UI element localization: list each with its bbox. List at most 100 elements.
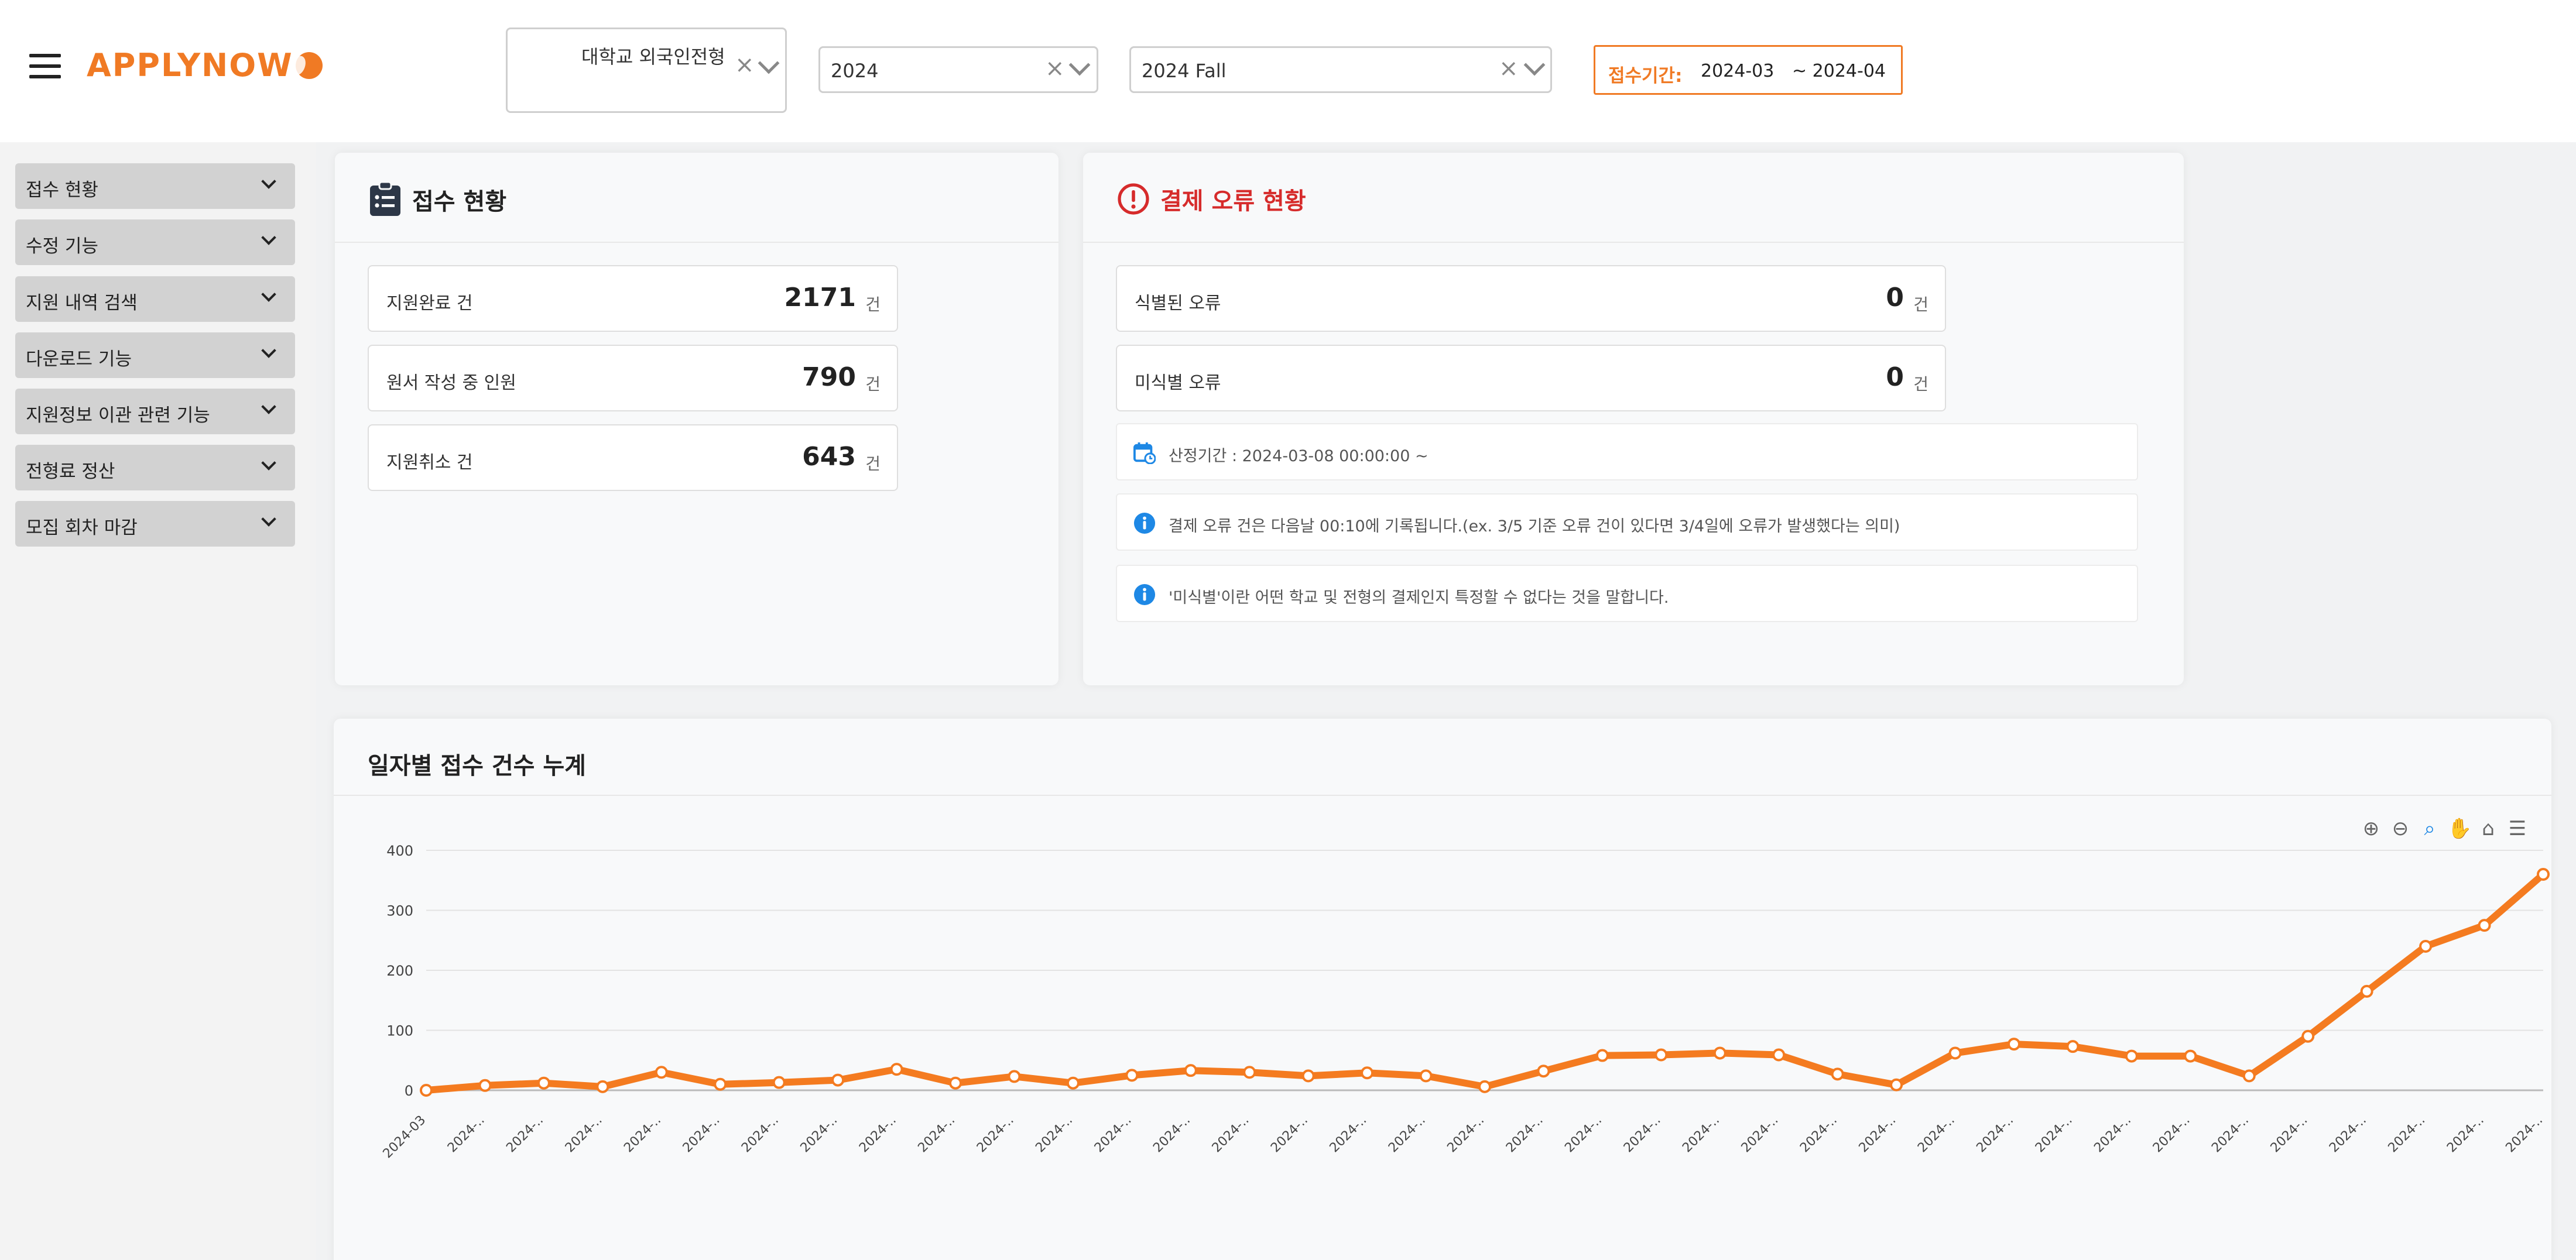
main-content: 접수 현황 지원완료 건 2171 건 원서 작성 중 인원 790 건 지원취… — [316, 142, 2576, 1260]
data-point[interactable] — [1243, 1066, 1256, 1079]
chevron-down-icon[interactable] — [758, 52, 780, 74]
payment-card-title: 결제 오류 현황 — [1117, 182, 1306, 216]
data-point[interactable] — [1301, 1069, 1315, 1083]
data-point[interactable] — [1713, 1046, 1727, 1060]
logo[interactable]: APPLYNOW — [87, 47, 323, 84]
x-tick-label: 2024-.. — [2444, 1113, 2487, 1156]
clear-icon[interactable]: × — [1045, 55, 1065, 82]
info-icon — [1133, 512, 1156, 534]
data-point[interactable] — [478, 1079, 492, 1092]
y-tick-label: 400 — [386, 843, 413, 859]
stat-value: 643 — [802, 442, 856, 472]
sidebar-item-round-close[interactable]: 모집 회차 마감 — [15, 501, 295, 547]
sidebar-item-download[interactable]: 다운로드 기능 — [15, 332, 295, 378]
chevron-down-icon — [261, 174, 276, 189]
admission-type-value: 대학교 외국인전형 — [581, 46, 725, 68]
data-point[interactable] — [1066, 1076, 1080, 1090]
admission-type-select[interactable]: 대학교 외국인전형 × — [506, 28, 787, 113]
data-point[interactable] — [2301, 1029, 2315, 1043]
x-tick-label: 2024-.. — [974, 1113, 1017, 1156]
stat-value: 2171 — [784, 283, 856, 313]
data-point[interactable] — [2478, 919, 2491, 932]
x-tick-label: 2024-.. — [621, 1113, 664, 1156]
reception-status-card: 접수 현황 지원완료 건 2171 건 원서 작성 중 인원 790 건 지원취… — [335, 153, 1059, 685]
chart-title: 일자별 접수 건수 누계 — [368, 753, 586, 780]
data-point[interactable] — [714, 1077, 727, 1091]
data-point[interactable] — [772, 1076, 786, 1089]
data-point[interactable] — [1008, 1070, 1021, 1083]
stat-value: 0 — [1886, 362, 1904, 392]
data-point[interactable] — [1948, 1046, 1962, 1060]
alert-circle-icon — [1118, 183, 1149, 215]
x-tick-label: 2024-.. — [1150, 1113, 1193, 1156]
data-point[interactable] — [2066, 1040, 2080, 1053]
application-period-box: 접수기간: 2024-03 ~ 2024-04 — [1594, 45, 1903, 95]
x-tick-label: 2024-.. — [1386, 1113, 1429, 1156]
info-unidentified-definition: '미식별'이란 어떤 학교 및 전형의 결제인지 특정할 수 없다는 것을 말합… — [1116, 565, 2138, 622]
x-tick-label: 2024-.. — [503, 1113, 546, 1156]
term-select[interactable]: 2024 Fall × — [1129, 46, 1552, 93]
x-tick-label: 2024-.. — [1562, 1113, 1605, 1156]
sidebar: 접수 현황 수정 기능 지원 내역 검색 다운로드 기능 지원정보 이관 관련 … — [0, 142, 316, 1260]
info-error-record-time: 결제 오류 건은 다음날 00:10에 기록됩니다.(ex. 3/5 기준 오류… — [1116, 493, 2138, 551]
data-point[interactable] — [890, 1063, 903, 1076]
sidebar-item-edit[interactable]: 수정 기능 — [15, 219, 295, 265]
data-point[interactable] — [1125, 1069, 1139, 1082]
line-chart[interactable]: 0 100 200 300 400 2024-03 2024-.. 2024-.. 2024-.… — [334, 830, 2551, 1260]
calendar-icon — [1133, 442, 1156, 464]
chevron-down-icon[interactable] — [1523, 54, 1546, 76]
chevron-down-icon — [261, 511, 276, 527]
stat-unidentified-errors: 미식별 오류 0 건 — [1116, 345, 1946, 411]
x-tick-label: 2024-.. — [1503, 1113, 1546, 1156]
data-point[interactable] — [2360, 984, 2373, 998]
data-point[interactable] — [2242, 1069, 2256, 1083]
sidebar-item-transfer[interactable]: 지원정보 이관 관련 기능 — [15, 389, 295, 434]
data-point[interactable] — [2537, 868, 2550, 881]
data-point[interactable] — [1890, 1078, 1903, 1091]
data-point[interactable] — [831, 1073, 845, 1087]
data-point[interactable] — [1478, 1080, 1491, 1093]
hamburger-menu-icon[interactable] — [29, 54, 61, 78]
sidebar-item-search[interactable]: 지원 내역 검색 — [15, 276, 295, 322]
divider — [1083, 242, 2184, 243]
data-point[interactable] — [1772, 1048, 1786, 1062]
data-point[interactable] — [1595, 1049, 1609, 1062]
sidebar-item-reception-status[interactable]: 접수 현황 — [15, 163, 295, 209]
data-point[interactable] — [537, 1076, 550, 1090]
data-point[interactable] — [2008, 1038, 2020, 1051]
sidebar-item-label: 지원 내역 검색 — [26, 293, 138, 314]
data-point[interactable] — [2125, 1049, 2138, 1063]
stat-label: 식별된 오류 — [1135, 293, 1221, 314]
clear-icon[interactable]: × — [1499, 55, 1519, 82]
data-point[interactable] — [1537, 1065, 1550, 1078]
data-point[interactable] — [1361, 1066, 1374, 1080]
clipboard-list-icon — [370, 182, 400, 216]
data-point[interactable] — [596, 1080, 609, 1093]
x-tick-label: 2024-.. — [1621, 1113, 1664, 1156]
x-tick-label: 2024-.. — [2268, 1113, 2311, 1156]
chevron-down-icon — [261, 399, 276, 414]
sidebar-item-label: 전형료 정산 — [26, 461, 115, 482]
stat-label: 지원완료 건 — [386, 293, 473, 314]
x-tick-label: 2024-.. — [2150, 1113, 2193, 1156]
data-point[interactable] — [2419, 940, 2433, 953]
data-point[interactable] — [1654, 1048, 1668, 1062]
x-tick-label: 2024-.. — [1974, 1113, 2016, 1156]
data-point[interactable] — [420, 1084, 433, 1097]
chevron-down-icon[interactable] — [1068, 54, 1091, 76]
x-tick-label: 2024-.. — [2209, 1113, 2252, 1156]
x-tick-label: 2024-.. — [1739, 1113, 1782, 1156]
data-point[interactable] — [1419, 1069, 1433, 1083]
data-point[interactable] — [1184, 1064, 1197, 1077]
data-point[interactable] — [655, 1066, 668, 1079]
x-tick-label: 2024-.. — [2091, 1113, 2134, 1156]
data-point[interactable] — [2184, 1049, 2197, 1063]
data-point[interactable] — [949, 1076, 962, 1090]
sidebar-item-label: 다운로드 기능 — [26, 349, 132, 370]
clear-icon[interactable]: × — [735, 52, 755, 78]
data-point[interactable] — [1831, 1067, 1844, 1081]
x-tick-label: 2024-.. — [1856, 1113, 1899, 1156]
sidebar-item-fee-settlement[interactable]: 전형료 정산 — [15, 445, 295, 490]
year-select[interactable]: 2024 × — [818, 46, 1098, 93]
stat-value: 790 — [802, 362, 856, 392]
